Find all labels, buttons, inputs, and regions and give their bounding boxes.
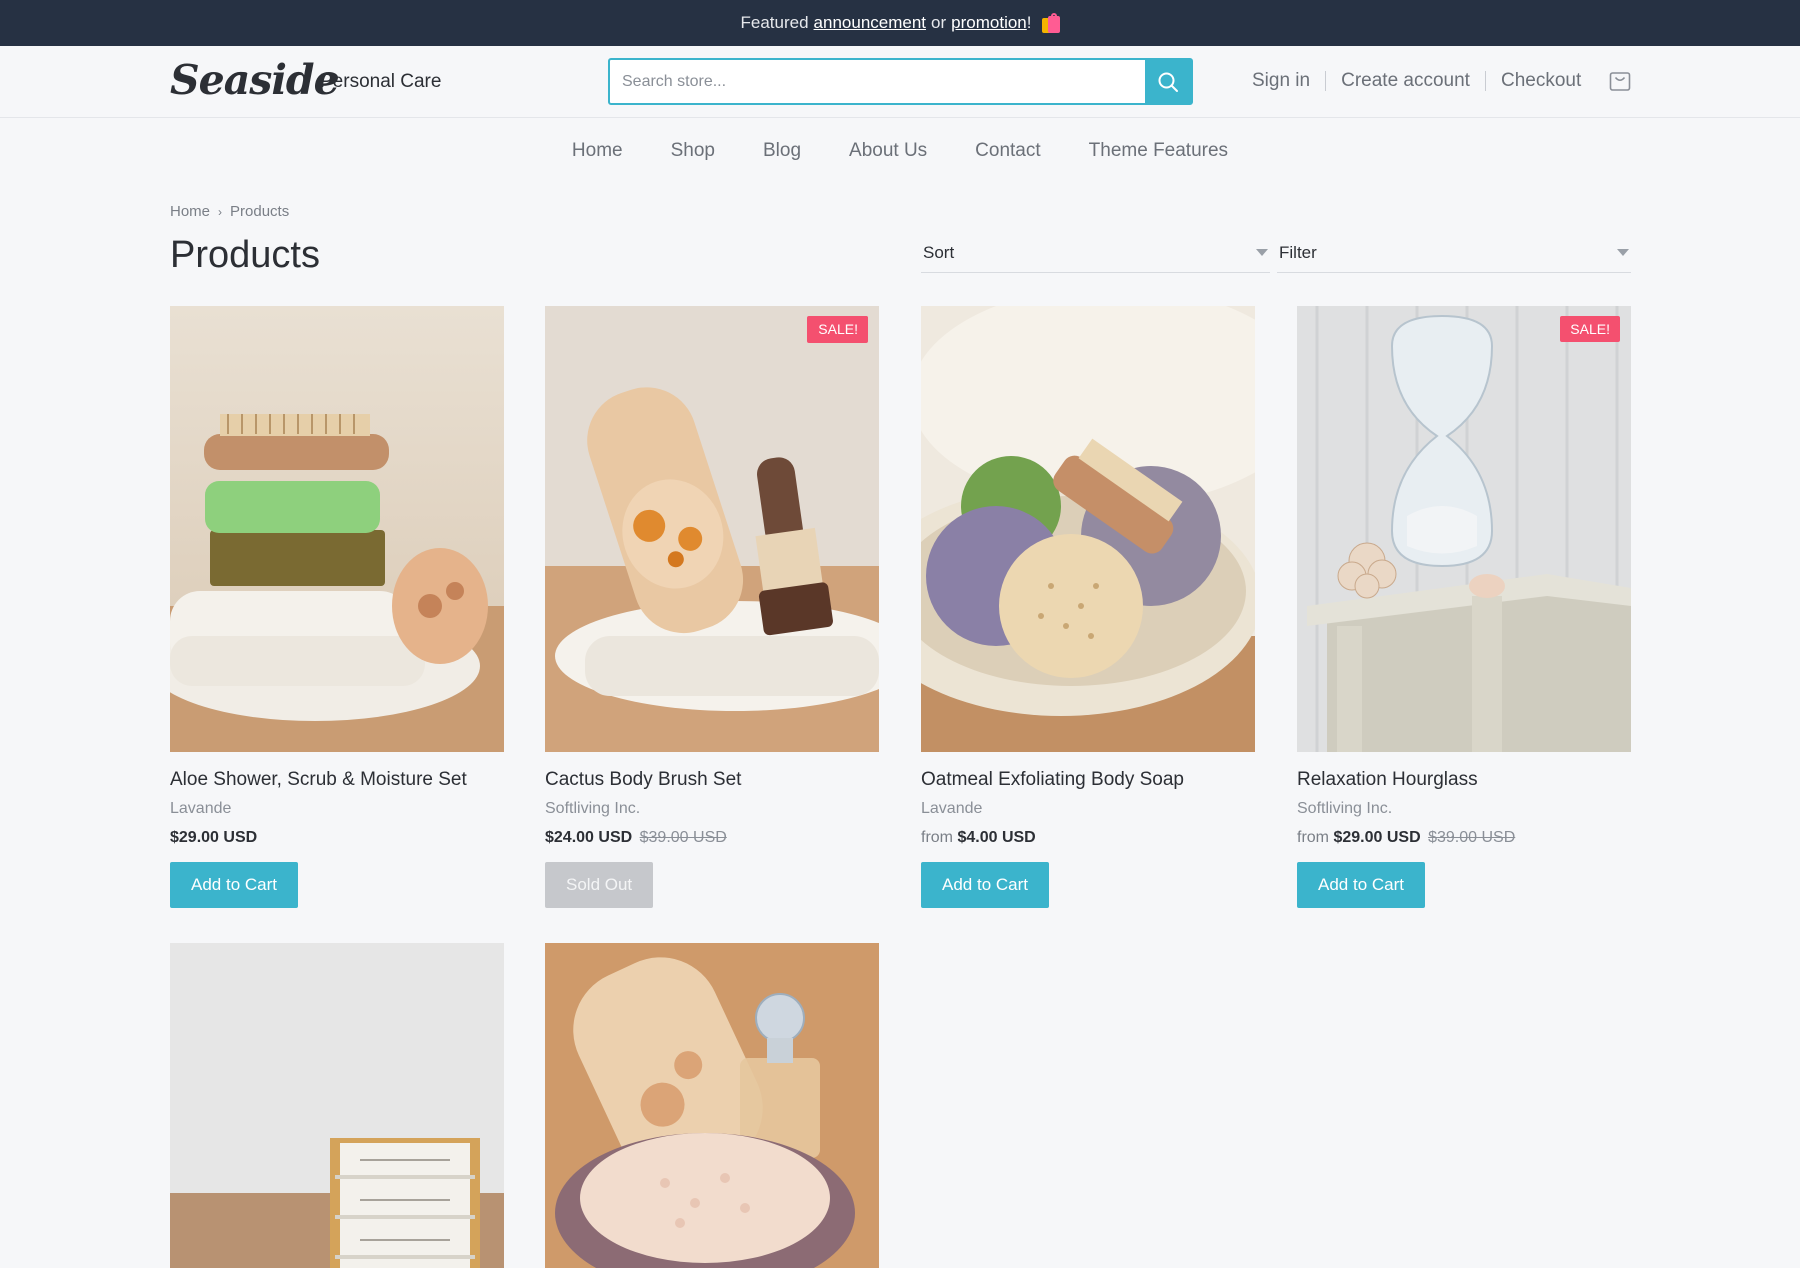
nav-item-theme-features[interactable]: Theme Features: [1089, 140, 1228, 162]
nav-item-blog[interactable]: Blog: [763, 140, 801, 162]
chevron-down-icon: [1256, 249, 1268, 256]
product-name[interactable]: Cactus Body Brush Set: [545, 769, 879, 791]
product-card: [170, 943, 504, 1268]
product-vendor: Lavande: [170, 800, 232, 817]
nav-item-shop[interactable]: Shop: [671, 140, 715, 162]
add-to-cart-button[interactable]: Add to Cart: [1297, 862, 1425, 908]
search-button[interactable]: [1145, 60, 1191, 103]
nav-item-about-us[interactable]: About Us: [849, 140, 927, 162]
product-card: Oatmeal Exfoliating Body Soap Lavande fr…: [921, 306, 1255, 908]
product-price: $4.00 USD: [957, 829, 1036, 846]
product-price: $29.00 USD: [1333, 829, 1421, 846]
announcement-link[interactable]: announcement: [814, 13, 926, 33]
store-logo[interactable]: Seaside: [170, 56, 340, 104]
product-image[interactable]: [921, 306, 1255, 752]
product-image[interactable]: [545, 943, 879, 1268]
cart-icon[interactable]: [1608, 69, 1632, 93]
product-image[interactable]: SALE!: [545, 306, 879, 752]
filter-select[interactable]: Filter: [1277, 243, 1631, 273]
product-price-row: $24.00 USD $39.00 USD: [545, 829, 879, 847]
nav-item-home[interactable]: Home: [572, 140, 623, 162]
announcement-bar: Featured announcement or promotion!: [0, 0, 1800, 46]
compare-at-price: $39.00 USD: [1428, 829, 1516, 846]
search-form: [608, 58, 1193, 105]
product-vendor: Softliving Inc.: [1297, 800, 1393, 817]
announcement-suffix: !: [1026, 13, 1032, 32]
product-price-row: from $29.00 USD $39.00 USD: [1297, 829, 1631, 847]
search-input[interactable]: [610, 60, 1145, 103]
promotion-link[interactable]: promotion: [951, 13, 1027, 32]
sale-badge: SALE!: [808, 316, 868, 342]
product-card: SALE! Cactus Body Brush Set Softliving I…: [545, 306, 879, 908]
create-account-link[interactable]: Create account: [1341, 70, 1470, 92]
breadcrumb-home[interactable]: Home: [170, 203, 210, 220]
divider: [1325, 71, 1327, 91]
sign-in-link[interactable]: Sign in: [1252, 70, 1310, 92]
product-price: $24.00 USD: [545, 829, 633, 846]
product-name[interactable]: Oatmeal Exfoliating Body Soap: [921, 769, 1255, 791]
nav-item-contact[interactable]: Contact: [975, 140, 1040, 162]
store-category: Personal Care: [320, 71, 442, 92]
breadcrumb-current: Products: [230, 203, 290, 220]
product-vendor: Lavande: [921, 800, 983, 817]
main-nav: Home Shop Blog About Us Contact Theme Fe…: [0, 118, 1800, 184]
product-card: SALE! Relaxation Hourglass Softliving In…: [1297, 306, 1631, 908]
product-price: $29.00 USD: [170, 829, 258, 846]
divider: [1484, 71, 1486, 91]
site-header: Seaside Personal Care Sign in Create acc…: [0, 46, 1800, 118]
sort-label: Sort: [923, 243, 955, 262]
product-price-row: $29.00 USD: [170, 829, 504, 847]
announcement-middle: or: [931, 13, 947, 32]
shopping-bags-icon: [1041, 13, 1060, 33]
product-name[interactable]: Relaxation Hourglass: [1297, 769, 1631, 791]
announcement-prefix: Featured: [740, 13, 809, 32]
add-to-cart-button[interactable]: Add to Cart: [921, 862, 1049, 908]
filter-label: Filter: [1279, 243, 1317, 262]
product-image[interactable]: [170, 943, 504, 1268]
page-title: Products: [170, 234, 320, 276]
search-icon: [1158, 72, 1178, 92]
add-to-cart-button[interactable]: Add to Cart: [170, 862, 298, 908]
compare-at-price: $39.00 USD: [639, 829, 727, 846]
product-card: Aloe Shower, Scrub & Moisture Set Lavand…: [170, 306, 504, 908]
product-vendor: Softliving Inc.: [545, 800, 641, 817]
sold-out-button[interactable]: Sold Out: [545, 862, 654, 908]
sort-select[interactable]: Sort: [921, 243, 1270, 273]
product-name[interactable]: Aloe Shower, Scrub & Moisture Set: [170, 769, 504, 791]
breadcrumb: Home › Products: [170, 203, 289, 220]
product-image[interactable]: [170, 306, 504, 752]
chevron-right-icon: ›: [218, 204, 223, 219]
price-prefix: from: [1297, 829, 1329, 846]
product-image[interactable]: SALE!: [1297, 306, 1631, 752]
price-prefix: from: [921, 829, 953, 846]
product-card: [545, 943, 879, 1268]
sale-badge: SALE!: [1560, 316, 1620, 342]
account-links: Sign in Create account Checkout: [1252, 70, 1581, 92]
checkout-link[interactable]: Checkout: [1501, 70, 1581, 92]
product-price-row: from $4.00 USD: [921, 829, 1255, 847]
chevron-down-icon: [1617, 249, 1629, 256]
